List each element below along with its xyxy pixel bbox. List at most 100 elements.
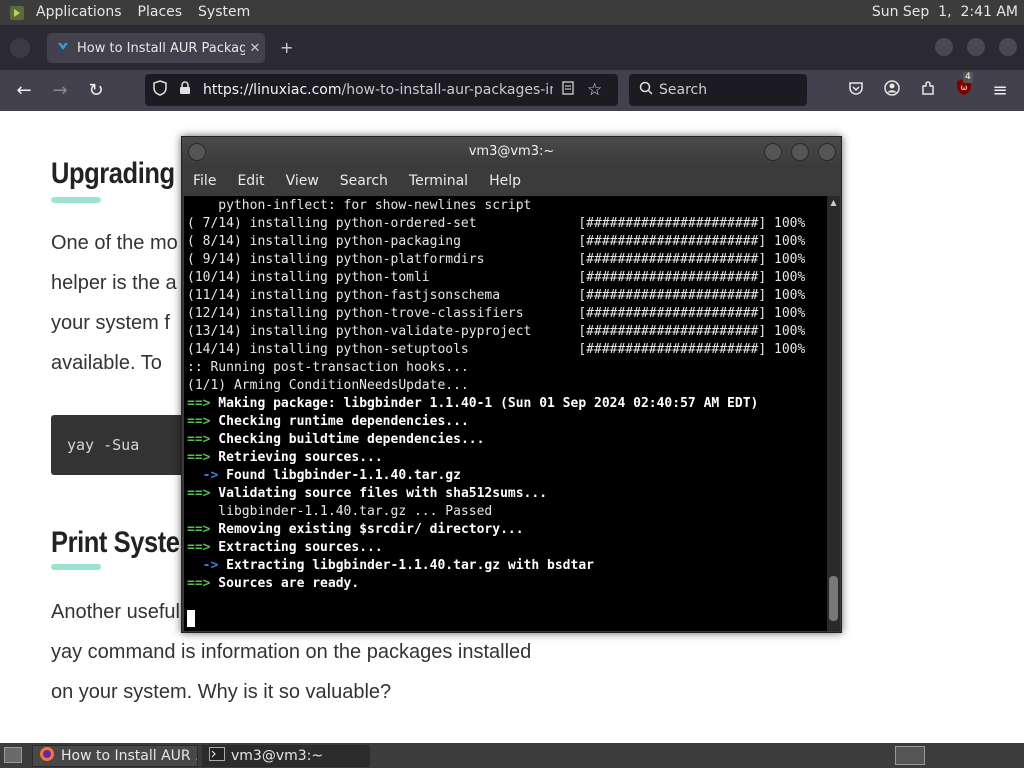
menu-search[interactable]: Search (340, 173, 388, 189)
terminal-line-prefix: ==> (187, 486, 211, 501)
terminal-line: (12/14) installing python-trove-classifi… (187, 306, 806, 321)
menu-hamburger-icon[interactable]: ≡ (987, 78, 1013, 104)
menu-system[interactable]: System (190, 0, 258, 25)
heading-underline (51, 564, 101, 570)
para-line: your system f (51, 312, 170, 334)
tab-close-icon[interactable]: ✕ (245, 41, 265, 56)
terminal-icon (209, 747, 225, 765)
window-menu-icon[interactable] (188, 143, 206, 161)
para-line: yay command is information on the packag… (51, 641, 532, 663)
terminal-window[interactable]: vm3@vm3:~ File Edit View Search Terminal… (181, 136, 842, 633)
taskbar-firefox-label: How to Install AUR ... (61, 748, 197, 764)
back-icon[interactable]: ← (11, 78, 37, 104)
terminal-line-text: Extracting libgbinder-1.1.40.tar.gz with… (218, 558, 594, 573)
terminal-output[interactable]: python-inflect: for show-newlines script… (184, 196, 827, 631)
terminal-title: vm3@vm3:~ (468, 144, 555, 159)
terminal-line: ( 9/14) installing python-platformdirs [… (187, 252, 806, 267)
forward-icon[interactable]: → (47, 78, 73, 104)
terminal-line-prefix: ==> (187, 396, 211, 411)
svg-text:ω: ω (961, 83, 968, 92)
browser-window: How to Install AUR Package ✕ + ← → ↻ htt… (0, 25, 1024, 111)
linuxiac-favicon-icon (57, 40, 69, 56)
terminal-menubar: File Edit View Search Terminal Help (182, 167, 841, 195)
maximize-icon[interactable] (791, 143, 809, 161)
terminal-line: ==> Extracting sources... (187, 539, 805, 557)
menu-edit[interactable]: Edit (237, 173, 264, 189)
show-desktop-icon[interactable] (4, 747, 22, 763)
terminal-line: (14/14) installing python-setuptools [##… (187, 342, 806, 357)
terminal-line-prefix: ==> (187, 522, 211, 537)
terminal-line-text: Making package: libgbinder 1.1.40-1 (Sun… (210, 396, 759, 411)
terminal-line: -> Extracting libgbinder-1.1.40.tar.gz w… (187, 557, 805, 575)
terminal-scrollbar[interactable]: ▲ (827, 196, 840, 631)
search-icon (639, 81, 653, 99)
url-bar[interactable]: https://linuxiac.com/how-to-install-aur-… (145, 74, 618, 106)
terminal-lines: python-inflect: for show-newlines script… (187, 197, 805, 593)
terminal-line-text: Extracting sources... (210, 540, 383, 555)
scroll-up-icon[interactable]: ▲ (829, 198, 838, 207)
bookmark-star-icon[interactable]: ☆ (587, 80, 602, 100)
pocket-icon[interactable] (843, 78, 869, 104)
taskbar-terminal-label: vm3@vm3:~ (231, 748, 324, 764)
para-line: helper is the a (51, 272, 177, 294)
terminal-line-prefix: -> (187, 558, 219, 573)
heading-print-system: Print System (51, 526, 202, 559)
applications-logo-icon[interactable] (6, 2, 28, 24)
terminal-line-prefix: ==> (187, 576, 211, 591)
menu-places[interactable]: Places (130, 0, 191, 25)
extensions-icon[interactable] (915, 78, 941, 104)
taskbar-terminal[interactable]: vm3@vm3:~ (202, 745, 370, 767)
terminal-line-text: Checking runtime dependencies... (210, 414, 469, 429)
heading-upgrading: Upgrading A (51, 157, 199, 190)
workspace-switcher[interactable] (895, 746, 925, 765)
top-panel: Applications Places System Sun Sep 1, 2:… (0, 0, 1024, 25)
terminal-line-text: Found libgbinder-1.1.40.tar.gz (218, 468, 461, 483)
terminal-line-text: Sources are ready. (210, 576, 360, 591)
para-line: on your system. Why is it so valuable? (51, 681, 392, 703)
terminal-line: ==> Removing existing $srcdir/ directory… (187, 521, 805, 539)
terminal-cursor (187, 610, 195, 627)
close-window-icon[interactable] (999, 38, 1017, 56)
reader-view-icon[interactable] (561, 81, 575, 99)
reload-icon[interactable]: ↻ (83, 78, 109, 104)
terminal-line: -> Found libgbinder-1.1.40.tar.gz (187, 467, 805, 485)
terminal-line: ==> Checking buildtime dependencies... (187, 431, 805, 449)
account-icon[interactable] (879, 78, 905, 104)
terminal-titlebar[interactable]: vm3@vm3:~ (182, 137, 841, 167)
terminal-line: ==> Validating source files with sha512s… (187, 485, 805, 503)
terminal-line-text: Checking buildtime dependencies... (210, 432, 485, 447)
nav-bar: ← → ↻ https://linuxiac.com/how-to-instal… (0, 70, 1024, 111)
firefox-view-icon[interactable] (10, 38, 30, 58)
menu-help[interactable]: Help (489, 173, 521, 189)
terminal-line-text: Retrieving sources... (210, 450, 383, 465)
taskbar-firefox[interactable]: How to Install AUR ... (32, 745, 198, 767)
code-block[interactable]: yay -Sua (51, 415, 191, 475)
minimize-icon[interactable] (935, 38, 953, 56)
terminal-line: :: Running post-transaction hooks... (187, 360, 469, 375)
tab-aur[interactable]: How to Install AUR Package ✕ (47, 33, 265, 63)
maximize-icon[interactable] (967, 38, 985, 56)
para-line: available. To (51, 352, 162, 374)
menu-view[interactable]: View (286, 173, 319, 189)
terminal-line-prefix: ==> (187, 540, 211, 555)
url-text[interactable]: https://linuxiac.com/how-to-install-aur-… (203, 82, 553, 98)
ublock-origin-icon[interactable]: ω 4 (951, 72, 977, 104)
minimize-icon[interactable] (764, 143, 782, 161)
menu-applications[interactable]: Applications (28, 0, 130, 25)
shield-icon[interactable] (153, 80, 169, 100)
search-placeholder: Search (659, 82, 708, 98)
clock[interactable]: Sun Sep 1, 2:41 AM (872, 0, 1018, 25)
menu-terminal[interactable]: Terminal (409, 173, 468, 189)
new-tab-icon[interactable]: + (280, 38, 293, 57)
terminal-line-prefix: ==> (187, 414, 211, 429)
search-field[interactable]: Search (629, 74, 807, 106)
terminal-line: ( 8/14) installing python-packaging [###… (187, 234, 806, 249)
lock-icon[interactable] (179, 81, 193, 99)
terminal-line-text: Removing existing $srcdir/ directory... (210, 522, 524, 537)
terminal-line: (1/1) Arming ConditionNeedsUpdate... (187, 378, 469, 393)
tab-bar: How to Install AUR Package ✕ + (0, 25, 1024, 70)
scrollbar-thumb[interactable] (829, 576, 838, 621)
terminal-line: ==> Sources are ready. (187, 575, 805, 593)
close-icon[interactable] (818, 143, 836, 161)
menu-file[interactable]: File (193, 173, 216, 189)
